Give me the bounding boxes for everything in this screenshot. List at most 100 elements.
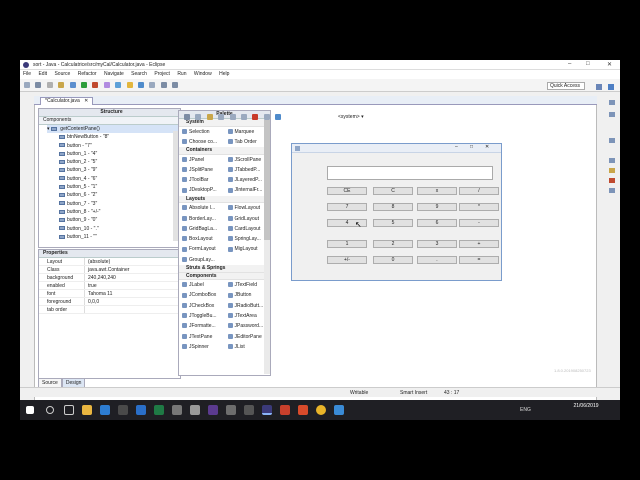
eclipse-taskbar-icon[interactable] [262,405,272,415]
palette-item-selection[interactable]: Selection [179,127,225,137]
property-row[interactable]: Class java.awt.Container [39,266,180,274]
tree-item[interactable]: button_2 - "5" [59,158,180,166]
property-row[interactable]: enabled true [39,282,180,290]
property-value[interactable]: true [85,282,180,289]
palette-item-formlayout[interactable]: FormLayout [179,244,225,254]
acrobat-icon[interactable] [280,405,290,415]
palette-item-choose-co[interactable]: Choose co... [179,137,225,147]
calculator-display-field[interactable] [327,166,493,180]
tree-item[interactable]: button_5 - "1" [59,183,180,191]
word-icon[interactable] [136,405,146,415]
calc-button-2[interactable]: 2 [373,240,413,248]
property-value[interactable]: 0,0,0 [85,298,180,305]
calc-button-9[interactable]: 9 [417,203,457,211]
restore-view-icon[interactable] [609,100,615,105]
save-icon[interactable] [35,82,42,88]
edge-icon[interactable] [100,405,110,415]
tree-root[interactable]: ▾ getContentPane() [47,125,180,134]
palette-item-grouplay[interactable]: GroupLay... [179,255,225,265]
calc-button-5[interactable]: 5 [373,219,413,227]
calc-button-c[interactable]: C [373,187,413,195]
menu-help[interactable]: Help [219,70,229,79]
property-value[interactable]: (absolute) [85,258,180,265]
palette-scroll-thumb[interactable] [264,120,270,240]
mail-icon[interactable] [172,405,182,415]
open-type-icon[interactable] [126,82,133,88]
tree-item[interactable]: button_10 - "." [59,225,180,233]
property-row[interactable]: background 240,240,240 [39,274,180,282]
menu-run[interactable]: Run [177,70,186,79]
test-gui-icon[interactable] [184,114,190,120]
property-value[interactable] [85,306,180,313]
excel-icon[interactable] [154,405,164,415]
tree-item[interactable]: button_4 - "6" [59,175,180,183]
calc-button-plus[interactable]: + [459,240,499,248]
file-explorer-icon[interactable] [82,405,92,415]
system-clock[interactable]: 21/06/2019 [569,403,603,409]
cut-icon[interactable] [218,114,225,120]
quick-access-field[interactable]: Quick Access [547,82,585,90]
paste-icon[interactable] [240,114,247,120]
menu-window[interactable]: Window [194,70,212,79]
tree-item[interactable]: button_8 - "+/-" [59,208,180,216]
external-tools-icon[interactable] [103,82,110,88]
tree-item[interactable]: button_3 - "9" [59,166,180,174]
calc-button-0[interactable]: 0 [373,256,413,264]
look-and-feel-selector[interactable]: <system> ▾ [338,112,364,122]
look-and-feel-icon[interactable] [275,114,282,120]
layout-icon[interactable] [263,114,270,120]
palette-item-jformatte[interactable]: JFormatte... [179,321,225,331]
property-value[interactable]: java.awt.Container [85,266,180,273]
chrome-icon[interactable] [316,405,326,415]
palette-category-components[interactable]: Components [179,272,270,281]
declaration-view-icon[interactable] [609,188,615,193]
palette-category-layouts[interactable]: Layouts [179,195,270,204]
language-indicator[interactable]: ENG [520,407,531,413]
save-all-icon[interactable] [46,82,53,88]
tree-item[interactable]: button_1 - "4" [59,150,180,158]
stop-icon[interactable] [92,82,99,88]
calc-button-sign[interactable]: +/- [327,256,367,264]
task-view-icon[interactable] [64,405,74,415]
search-icon[interactable] [137,82,144,88]
calc-button-7[interactable]: 7 [327,203,367,211]
new-icon[interactable] [24,82,30,88]
app2-icon[interactable] [226,405,236,415]
calc-button-ce[interactable]: CE [327,187,367,195]
palette-item-jcombobox[interactable]: JComboBox [179,290,225,300]
calc-button-multiply[interactable]: * [459,203,499,211]
palette-item-jtogglebu[interactable]: JToggleBu... [179,311,225,321]
outline-view-icon[interactable] [609,112,615,117]
build-icon[interactable] [58,82,65,88]
menu-search[interactable]: Search [131,70,147,79]
palette-item-jspinner[interactable]: JSpinner [179,342,225,352]
close-tab-icon[interactable]: ✕ [84,98,88,104]
tree-item[interactable]: button - "7" [59,142,180,150]
calc-button-x[interactable]: x [417,187,457,195]
menu-project[interactable]: Project [154,70,170,79]
palette-item-jtextpane[interactable]: JTextPane [179,332,225,342]
back-icon[interactable] [160,82,167,88]
tree-item[interactable]: btnNewButton - "8" [59,133,180,141]
minimize-icon[interactable]: – [568,61,571,67]
palette-item-jpanel[interactable]: JPanel [179,155,225,165]
calc-button-divide[interactable]: / [459,187,499,195]
app4-icon[interactable] [334,405,344,415]
close-icon[interactable]: ✕ [607,61,612,68]
start-icon[interactable] [26,406,34,414]
menu-file[interactable]: File [23,70,31,79]
calc-button-8[interactable]: 8 [373,203,413,211]
calc-button-equals[interactable]: = [459,256,499,264]
calc-button-1[interactable]: 1 [327,240,367,248]
property-row[interactable]: foreground 0,0,0 [39,298,180,306]
calc-button-dot[interactable]: . [417,256,457,264]
store-icon[interactable] [118,405,128,415]
powerpoint-icon[interactable] [298,405,308,415]
property-row[interactable]: font Tahoma 11 [39,290,180,298]
editor-tab[interactable]: *Calculator.java ✕ [40,97,94,105]
palette-item-jcheckbox[interactable]: JCheckBox [179,301,225,311]
property-row[interactable]: Layout (absolute) [39,258,180,266]
problems-view-icon[interactable] [609,158,615,163]
maximize-icon[interactable]: □ [586,61,590,67]
palette-category-struts-springs[interactable]: Struts & Springs [179,265,270,273]
